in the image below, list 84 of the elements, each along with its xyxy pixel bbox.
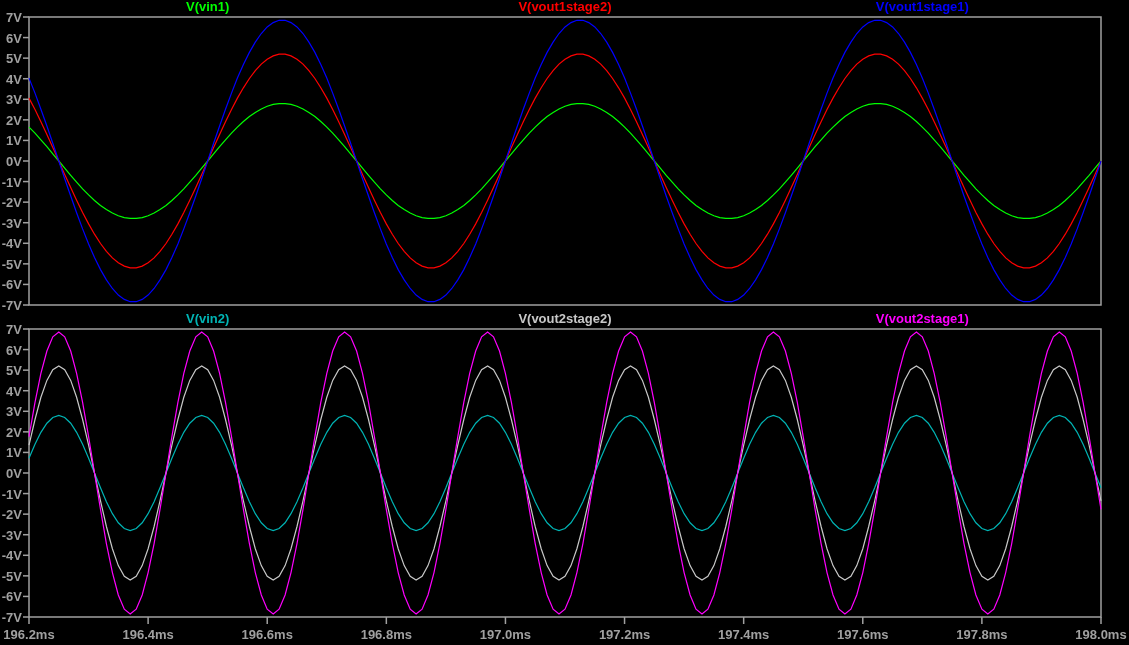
- y-tick-label: 4V: [6, 71, 22, 87]
- tick-mark: [22, 36, 30, 39]
- y-tick-label: 7V: [6, 322, 22, 337]
- tick-mark: [862, 616, 864, 625]
- tick-mark: [22, 119, 30, 121]
- tick-mark: [22, 139, 30, 142]
- tick-mark: [385, 616, 388, 625]
- y-tick-label: -2V: [1, 507, 22, 523]
- trace-label: V(vout1stage2): [518, 0, 612, 13]
- tick-mark: [22, 98, 30, 101]
- y-tick-label: -3V: [1, 215, 22, 231]
- x-tick-label: 197.4ms: [718, 627, 770, 642]
- tick-mark: [22, 533, 30, 536]
- tick-mark: [504, 616, 507, 625]
- tick-mark: [22, 431, 30, 433]
- y-tick-label: 0V: [6, 466, 22, 481]
- x-tick-label: 197.6ms: [837, 627, 889, 642]
- y-tick-label: 4V: [6, 383, 22, 399]
- tick-mark: [22, 283, 30, 286]
- y-tick-label: 7V: [6, 10, 22, 25]
- y-tick-label: -4V: [1, 236, 22, 252]
- x-tick-label: 196.2ms: [3, 627, 55, 642]
- trace-label: V(vout1stage1): [875, 0, 969, 13]
- tick-mark: [22, 160, 30, 162]
- tick-mark: [22, 77, 30, 80]
- y-tick-label: 6V: [6, 342, 22, 358]
- y-tick-label: 0V: [6, 154, 22, 169]
- tick-mark: [22, 575, 30, 577]
- y-tick-label: -4V: [1, 548, 22, 564]
- tick-mark: [147, 616, 149, 625]
- x-tick-label: 196.8ms: [360, 627, 412, 642]
- tick-mark: [22, 389, 30, 392]
- trace-label: V(vout2stage2): [518, 311, 612, 325]
- y-tick-label: -2V: [1, 195, 22, 211]
- trace-label: V(vin2): [186, 311, 230, 325]
- y-tick-label: -1V: [1, 486, 22, 502]
- y-tick-label: -3V: [1, 527, 22, 543]
- tick-mark: [742, 616, 745, 625]
- x-tick-label: 198.0ms: [1075, 627, 1127, 642]
- y-tick-label: -1V: [1, 174, 22, 190]
- tick-mark: [22, 369, 30, 371]
- tick-mark: [22, 57, 30, 59]
- tick-mark: [22, 472, 30, 474]
- y-tick-label: 2V: [6, 112, 22, 128]
- tick-mark: [22, 451, 30, 454]
- tick-mark: [22, 513, 30, 515]
- y-tick-label: -6V: [1, 277, 22, 293]
- y-tick-label: -5V: [1, 256, 22, 272]
- y-tick-label: 5V: [6, 363, 22, 379]
- y-tick-label: 2V: [6, 424, 22, 440]
- y-tick-label: 1V: [6, 445, 22, 461]
- tick-mark: [22, 16, 30, 18]
- tick-mark: [22, 201, 30, 203]
- y-tick-label: 3V: [6, 92, 22, 108]
- y-tick-label: 1V: [6, 133, 22, 149]
- y-tick-label: -7V: [1, 610, 22, 625]
- y-tick-label: 5V: [6, 51, 22, 67]
- tick-mark: [1100, 616, 1102, 625]
- y-tick-label: -7V: [1, 298, 22, 313]
- tick-mark: [22, 328, 30, 330]
- tick-mark: [22, 221, 30, 224]
- tick-mark: [22, 304, 30, 306]
- x-tick-label: 197.0ms: [479, 627, 532, 642]
- trace-label: V(vout2stage1): [875, 311, 969, 325]
- x-tick-label: 196.6ms: [241, 627, 293, 642]
- tick-mark: [22, 242, 30, 245]
- tick-mark: [22, 180, 30, 183]
- tick-mark: [623, 616, 626, 625]
- x-tick-label: 197.2ms: [598, 627, 651, 642]
- tick-mark: [22, 554, 30, 557]
- tick-mark: [22, 492, 30, 495]
- tick-mark: [22, 595, 30, 598]
- y-tick-label: -6V: [1, 589, 22, 605]
- y-tick-label: -5V: [1, 568, 22, 584]
- y-tick-label: 6V: [6, 30, 22, 46]
- tick-mark: [22, 348, 30, 351]
- tick-mark: [266, 616, 268, 625]
- trace-label: V(vin1): [186, 0, 230, 13]
- x-tick-label: 197.8ms: [956, 627, 1008, 642]
- tick-mark: [22, 410, 30, 413]
- tick-mark: [22, 263, 30, 265]
- y-tick-label: 3V: [6, 404, 22, 420]
- x-tick-label: 196.4ms: [122, 627, 174, 642]
- tick-mark: [981, 616, 983, 625]
